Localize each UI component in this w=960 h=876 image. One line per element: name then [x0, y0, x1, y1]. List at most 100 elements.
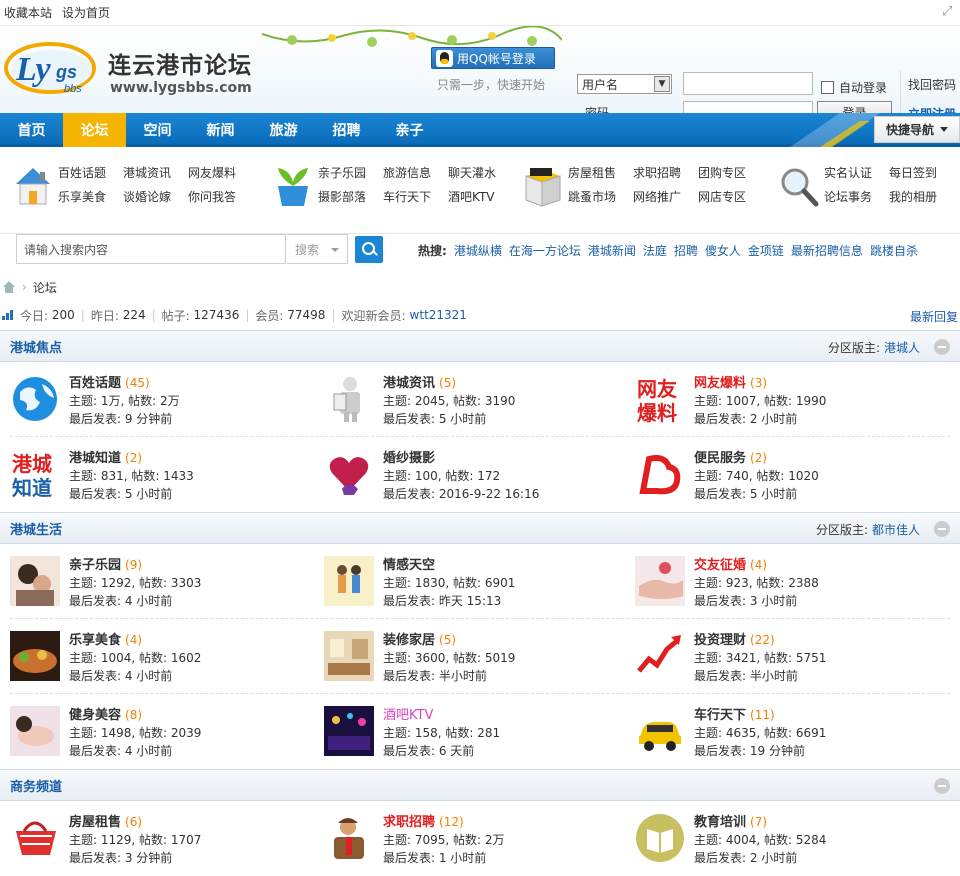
category-link[interactable]: 每日签到 [889, 164, 954, 181]
section-title[interactable]: 港城生活 [10, 519, 62, 538]
forum-last-post[interactable]: 最后发表: 19 分钟前 [694, 742, 805, 759]
forum-name[interactable]: 便民服务 (2) [694, 447, 767, 466]
service-icon[interactable] [635, 449, 685, 499]
category-link[interactable]: 网店专区 [698, 188, 763, 205]
search-type-select[interactable]: 搜索 [287, 234, 348, 264]
forum-name[interactable]: 港城资讯 (5) [383, 372, 456, 391]
nav-item-2[interactable]: 空间 [126, 113, 189, 147]
forum-last-post[interactable]: 最后发表: 6 天前 [383, 742, 474, 759]
forum-last-post[interactable]: 最后发表: 5 小时前 [694, 485, 797, 502]
basket-icon[interactable] [10, 813, 60, 863]
bookmark-link[interactable]: 收藏本站 [4, 4, 52, 21]
hot-search-link[interactable]: 金项链 [748, 242, 784, 259]
section-title[interactable]: 商务频道 [10, 776, 62, 795]
forum-last-post[interactable]: 最后发表: 5 小时前 [383, 410, 486, 427]
forum-last-post[interactable]: 最后发表: 昨天 15:13 [383, 592, 501, 609]
forum-last-post[interactable]: 最后发表: 4 小时前 [69, 742, 172, 759]
category-link[interactable]: 亲子乐园 [318, 164, 383, 181]
hot-search-link[interactable]: 港城纵横 [454, 242, 502, 259]
forum-name[interactable]: 求职招聘 (12) [383, 811, 464, 830]
forum-last-post[interactable]: 最后发表: 2016-9-22 16:16 [383, 485, 539, 502]
category-link[interactable]: 求职招聘 [633, 164, 698, 181]
category-link[interactable]: 百姓话题 [58, 164, 123, 181]
forum-name[interactable]: 港城知道 (2) [69, 447, 142, 466]
nav-item-4[interactable]: 旅游 [252, 113, 315, 147]
latest-reply-link[interactable]: 最新回复 [910, 308, 958, 325]
quick-nav-button[interactable]: 快捷导航 [874, 116, 960, 143]
taxi-icon[interactable] [635, 706, 685, 756]
site-logo[interactable]: Ly gs bbs 连云港市论坛 www.lygsbbs.com [2, 34, 262, 104]
category-link[interactable]: 网友爆料 [188, 164, 253, 181]
moderator-link[interactable]: 港城人 [884, 341, 920, 355]
category-link[interactable]: 车行天下 [383, 188, 448, 205]
forum-last-post[interactable]: 最后发表: 2 小时前 [694, 410, 797, 427]
checkbox-icon[interactable] [821, 81, 834, 94]
hot-search-link[interactable]: 港城新闻 [588, 242, 636, 259]
search-input[interactable]: 请输入搜索内容 [16, 234, 286, 264]
forum-name[interactable]: 健身美容 (8) [69, 704, 142, 723]
forum-last-post[interactable]: 最后发表: 3 分钟前 [69, 849, 172, 866]
expand-icon[interactable]: ⤢ [942, 5, 956, 19]
forum-name[interactable]: 酒吧KTV [383, 704, 433, 723]
category-link[interactable]: 网络推广 [633, 188, 698, 205]
hot-search-link[interactable]: 傻女人 [705, 242, 741, 259]
forum-name[interactable]: 情感天空 [383, 554, 435, 573]
forum-last-post[interactable]: 最后发表: 9 分钟前 [69, 410, 172, 427]
forum-name[interactable]: 百姓话题 (45) [69, 372, 150, 391]
category-link[interactable]: 房屋租售 [568, 164, 633, 181]
nav-item-3[interactable]: 新闻 [189, 113, 252, 147]
hot-search-link[interactable]: 招聘 [674, 242, 698, 259]
forum-last-post[interactable]: 最后发表: 4 小时前 [69, 667, 172, 684]
spa-icon[interactable] [10, 706, 60, 756]
forum-last-post[interactable]: 最后发表: 3 小时前 [694, 592, 797, 609]
collapse-icon[interactable] [934, 521, 950, 537]
hot-search-link[interactable]: 最新招聘信息 [791, 242, 863, 259]
forum-last-post[interactable]: 最后发表: 1 小时前 [383, 849, 486, 866]
chart-up-icon[interactable] [635, 631, 685, 681]
category-link[interactable]: 酒吧KTV [448, 188, 513, 205]
worker-icon[interactable] [324, 813, 374, 863]
category-link[interactable]: 团购专区 [698, 164, 763, 181]
zhidao-icon[interactable]: 港城 知道 [10, 449, 60, 500]
category-link[interactable]: 我的相册 [889, 188, 954, 205]
hot-search-link[interactable]: 法庭 [643, 242, 667, 259]
find-password-link[interactable]: 找回密码 [908, 76, 956, 93]
category-link[interactable]: 跳蚤市场 [568, 188, 633, 205]
category-link[interactable]: 实名认证 [824, 164, 889, 181]
globe-icon[interactable] [10, 374, 60, 424]
family-icon[interactable] [10, 556, 60, 606]
room-icon[interactable] [324, 631, 374, 681]
reporter-icon[interactable] [324, 374, 374, 424]
book-icon[interactable] [635, 813, 685, 863]
category-link[interactable]: 你问我答 [188, 188, 253, 205]
category-link[interactable]: 摄影部落 [318, 188, 383, 205]
category-link[interactable]: 谈婚论嫁 [123, 188, 188, 205]
forum-name[interactable]: 婚纱摄影 [383, 447, 435, 466]
nav-item-6[interactable]: 亲子 [378, 113, 441, 147]
username-input[interactable] [683, 72, 813, 95]
food-icon[interactable] [10, 631, 60, 681]
forum-name[interactable]: 亲子乐园 (9) [69, 554, 142, 573]
bar-icon[interactable] [324, 706, 374, 756]
set-homepage-link[interactable]: 设为首页 [62, 4, 110, 21]
hands-icon[interactable] [635, 556, 685, 606]
qq-login-button[interactable]: 用QQ帐号登录 [431, 47, 555, 69]
forum-name[interactable]: 投资理财 (22) [694, 629, 775, 648]
auto-login-checkbox[interactable]: 自动登录 [821, 79, 887, 96]
forum-last-post[interactable]: 最后发表: 半小时前 [694, 667, 798, 684]
forum-name[interactable]: 乐享美食 (4) [69, 629, 142, 648]
nav-item-0[interactable]: 首页 [0, 113, 63, 147]
hot-search-link[interactable]: 在海一方论坛 [509, 242, 581, 259]
nav-item-1[interactable]: 论坛 [63, 113, 126, 147]
home-icon[interactable] [2, 281, 16, 293]
forum-name[interactable]: 车行天下 (11) [694, 704, 775, 723]
hot-search-link[interactable]: 跳楼自杀 [870, 242, 918, 259]
nav-item-5[interactable]: 招聘 [315, 113, 378, 147]
forum-name[interactable]: 网友爆料 (3) [694, 372, 767, 391]
moderator-link[interactable]: 都市佳人 [872, 523, 920, 537]
heart-icon[interactable] [324, 449, 374, 499]
forum-name[interactable]: 教育培训 (7) [694, 811, 767, 830]
forum-last-post[interactable]: 最后发表: 4 小时前 [69, 592, 172, 609]
forum-last-post[interactable]: 最后发表: 半小时前 [383, 667, 487, 684]
collapse-icon[interactable] [934, 778, 950, 794]
